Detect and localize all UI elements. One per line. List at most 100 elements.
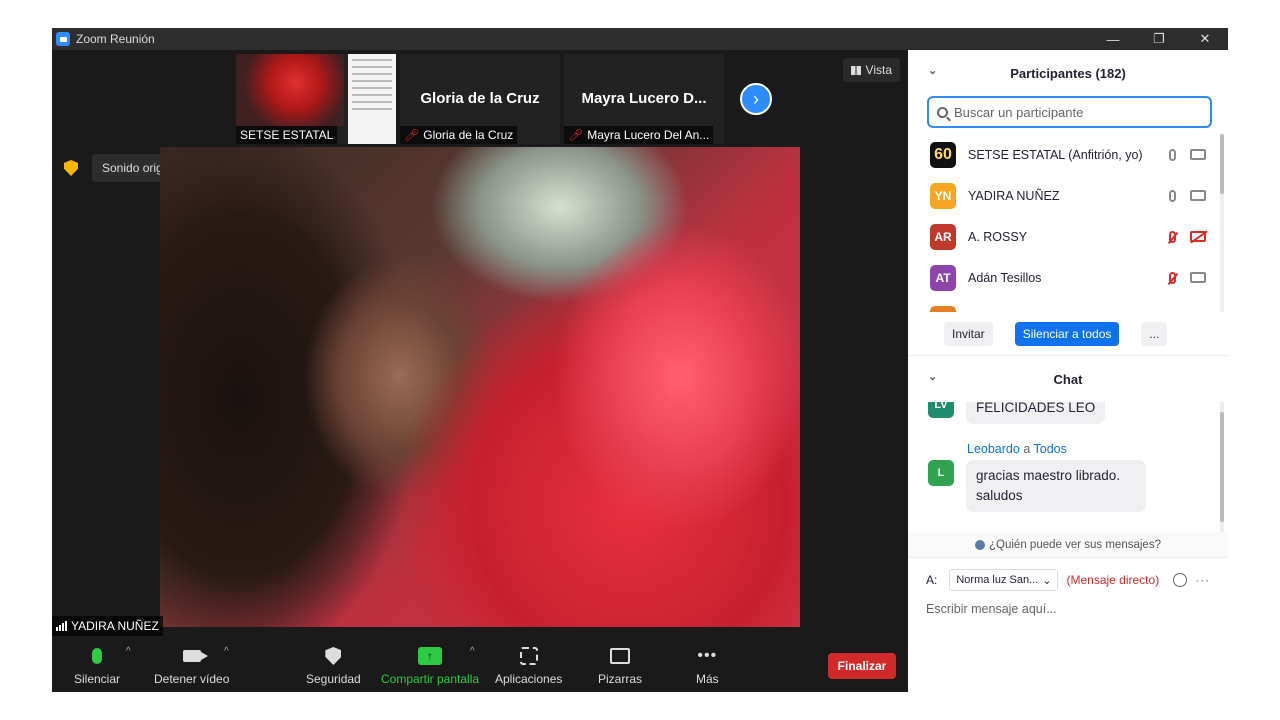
share-screen-label: Compartir pantalla <box>381 672 480 686</box>
security-shield-icon[interactable] <box>64 160 78 176</box>
active-speaker-video <box>160 147 800 627</box>
microphone-muted-icon[interactable] <box>1169 271 1176 284</box>
microphone-muted-icon[interactable] <box>1169 230 1176 243</box>
chat-title: Chat <box>1053 371 1083 387</box>
message-visibility-info[interactable]: ¿Quién puede ver sus mensajes? <box>908 532 1228 558</box>
apps-icon <box>519 647 538 665</box>
microphone-icon[interactable] <box>1169 189 1176 202</box>
window-title: Zoom Reunión <box>76 32 155 46</box>
to-label: A: <box>926 573 938 587</box>
document-preview <box>348 54 396 144</box>
message-bubble: gracias maestro librado. saludos <box>966 460 1146 512</box>
minimize-button[interactable]: — <box>1090 28 1136 50</box>
close-window-button[interactable]: ✕ <box>1182 28 1228 50</box>
participants-more-button[interactable]: ... <box>1141 321 1168 346</box>
avatar: LV <box>928 402 954 418</box>
share-screen-icon: ↑ <box>418 647 443 665</box>
stop-video-button[interactable]: Detener vídeo <box>154 644 229 686</box>
chat-scrollbar[interactable] <box>1220 402 1224 532</box>
participant-row-partial[interactable] <box>908 298 1228 312</box>
more-button[interactable]: ••• Más <box>696 644 719 686</box>
share-screen-button[interactable]: ↑ Compartir pantalla <box>381 644 479 686</box>
end-meeting-button[interactable]: Finalizar <box>828 653 896 679</box>
camera-icon[interactable] <box>1190 272 1206 283</box>
search-placeholder: Buscar un participante <box>954 104 1084 120</box>
stop-video-label: Detener vídeo <box>154 672 230 686</box>
thumbnail-setse[interactable]: SETSE ESTATAL <box>236 54 396 144</box>
recipient-value: Norma luz San... <box>956 574 1039 586</box>
collapse-participants-chevron-icon[interactable]: ⌄ <box>928 64 937 77</box>
mic-muted-icon: 🎤︎ <box>568 128 584 142</box>
video-options-caret[interactable]: ^ <box>224 646 229 657</box>
participant-actions: Invitar Silenciar a todos ... <box>908 312 1228 356</box>
restore-button[interactable]: ❐ <box>1136 28 1182 50</box>
view-label: Vista <box>865 63 892 77</box>
thumbnail-name: SETSE ESTATAL <box>236 126 338 144</box>
participants-title: Participantes (182) <box>1010 65 1126 81</box>
apps-button[interactable]: Aplicaciones <box>495 644 562 686</box>
to-word: a <box>1023 442 1031 456</box>
view-button[interactable]: Vista <box>842 58 900 82</box>
side-panel: ⌄ Participantes (182) Buscar un particip… <box>908 50 1228 692</box>
audio-options-caret[interactable]: ^ <box>126 646 131 657</box>
speaker-name: YADIRA NUÑEZ <box>71 619 159 633</box>
sender-name: Leobardo <box>967 442 1020 456</box>
participant-row[interactable]: AR A. ROSSY <box>908 216 1228 257</box>
chat-compose-input[interactable]: Escribir mensaje aquí... <box>908 602 1228 616</box>
whiteboard-icon <box>610 648 630 664</box>
participants-scrollbar[interactable] <box>1220 134 1224 312</box>
avatar: L <box>928 460 954 486</box>
participant-row[interactable]: AT Adán Tesillos <box>908 257 1228 298</box>
meeting-toolbar: Silenciar ^ Detener vídeo ^ Seguridad ↑ … <box>52 636 908 692</box>
thumbnail-name: Mayra Lucero Del An... <box>587 128 710 142</box>
mute-button[interactable]: Silenciar <box>74 644 120 686</box>
avatar: 60 <box>930 141 956 168</box>
recipient-select[interactable]: Norma luz San... ⌄ <box>949 569 1059 591</box>
avatar: YN <box>930 182 956 209</box>
camera-off-icon[interactable] <box>1190 231 1206 242</box>
next-page-button[interactable]: › <box>740 83 772 115</box>
emoji-icon[interactable] <box>1173 573 1188 587</box>
chat-messages: LV FELICIDADES LEO Leobardo a Todos L gr… <box>908 402 1228 532</box>
zoom-logo-icon <box>56 32 70 46</box>
search-icon <box>937 106 948 118</box>
zoom-window: Zoom Reunión — ❐ ✕ SETSE ESTATAL Gloria … <box>52 28 1228 692</box>
share-options-caret[interactable]: ^ <box>470 646 475 657</box>
shared-screen-preview <box>236 54 344 126</box>
participant-row[interactable]: 60 SETSE ESTATAL (Anfitrión, yo) <box>908 134 1228 175</box>
chat-message: LV FELICIDADES LEO <box>928 402 1106 424</box>
thumbnail-mayra[interactable]: Mayra Lucero D... 🎤︎ Mayra Lucero Del An.… <box>564 54 724 144</box>
more-dots-icon: ••• <box>697 647 718 664</box>
microphone-icon <box>92 648 103 664</box>
thumbnail-name: Gloria de la Cruz <box>423 128 514 142</box>
recipient-row: A: Norma luz San... ⌄ (Mensaje directo) … <box>908 558 1228 602</box>
mute-all-button[interactable]: Silenciar a todos <box>1014 321 1120 346</box>
microphone-icon[interactable] <box>1169 148 1176 161</box>
security-label: Seguridad <box>306 672 361 686</box>
who-can-see-label: ¿Quién puede ver sus mensajes? <box>989 538 1161 551</box>
collapse-chat-chevron-icon[interactable]: ⌄ <box>928 370 937 383</box>
chat-header: ⌄ Chat <box>908 356 1228 402</box>
person-icon <box>975 539 986 550</box>
thumbnail-name-bar: 🎤︎ Gloria de la Cruz <box>400 126 518 144</box>
chevron-down-icon: ⌄ <box>1042 574 1052 587</box>
grid-view-icon <box>850 65 861 75</box>
participant-row[interactable]: YN YADIRA NUÑEZ <box>908 175 1228 216</box>
thumbnail-strip: SETSE ESTATAL Gloria de la Cruz 🎤︎ Gloria… <box>236 54 772 144</box>
camera-icon[interactable] <box>1190 149 1206 160</box>
thumbnail-big-name: Mayra Lucero D... <box>581 90 707 107</box>
thumbnail-name-bar: 🎤︎ Mayra Lucero Del An... <box>564 126 714 144</box>
whiteboards-button[interactable]: Pizarras <box>598 644 642 686</box>
avatar: AT <box>930 264 956 291</box>
avatar <box>930 305 956 312</box>
whiteboards-label: Pizarras <box>598 672 643 686</box>
thumbnail-big-name: Gloria de la Cruz <box>420 90 540 107</box>
security-button[interactable]: Seguridad <box>306 644 361 686</box>
camera-icon[interactable] <box>1190 190 1206 201</box>
thumbnail-gloria[interactable]: Gloria de la Cruz 🎤︎ Gloria de la Cruz <box>400 54 560 144</box>
apps-label: Aplicaciones <box>495 672 563 686</box>
invite-button[interactable]: Invitar <box>944 321 993 346</box>
mute-label: Silenciar <box>74 672 121 686</box>
participant-search-input[interactable]: Buscar un participante <box>927 96 1212 128</box>
chat-more-button[interactable]: ··· <box>1195 573 1210 587</box>
